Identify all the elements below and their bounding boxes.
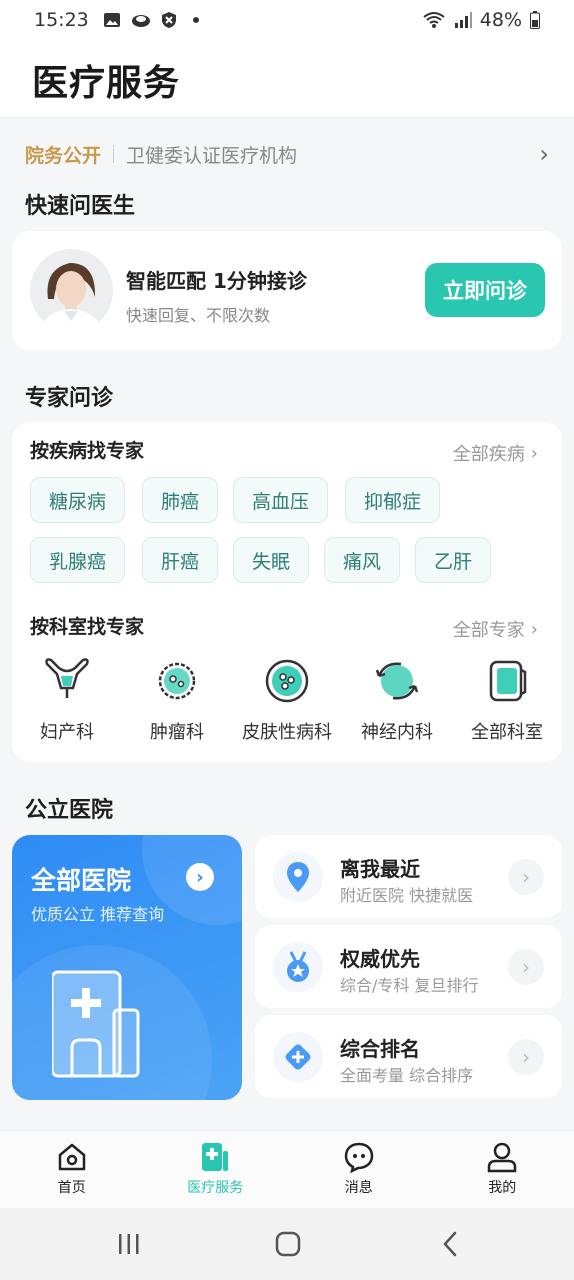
chevron-right-icon: › <box>508 1039 544 1075</box>
hospitals-title: 公立医院 <box>25 798 114 823</box>
bottom-nav: 首页 医疗服务 消息 我的 <box>0 1130 574 1208</box>
battery-percent: 48% <box>479 9 522 31</box>
dept-label: 妇产科 <box>40 722 94 743</box>
gallery-icon <box>103 13 120 27</box>
disease-chip[interactable]: 失眠 <box>233 537 310 583</box>
disease-chip[interactable]: 痛风 <box>324 537 401 583</box>
arrow-right-icon: › <box>186 863 214 891</box>
skin-icon <box>261 656 313 706</box>
all-depts-icon <box>481 656 533 706</box>
home-icon <box>58 1143 85 1171</box>
profile-icon <box>488 1142 517 1173</box>
hospital-ranking-item[interactable]: 综合排名 全面考量 综合排序 › <box>255 1015 562 1098</box>
hospital-item-title: 离我最近 <box>340 857 420 881</box>
expert-card: 按疾病找专家 全部疾病 › 糖尿病 肺癌 高血压 抑郁症 乳腺癌 肝癌 失眠 痛… <box>12 422 562 762</box>
nav-medical-service[interactable]: 医疗服务 <box>144 1131 288 1208</box>
consult-sub-text: 快速回复、不限次数 <box>126 306 271 325</box>
chevron-right-icon: › <box>508 949 544 985</box>
all-hospitals-sub: 优质公立 推荐查询 <box>31 905 165 924</box>
by-disease-title: 按疾病找专家 <box>30 440 145 462</box>
notice-tag: 院务公开 <box>25 144 102 167</box>
hospital-item-title: 综合排名 <box>340 1037 420 1061</box>
disease-chip[interactable]: 糖尿病 <box>30 477 126 523</box>
dept-label: 肿瘤科 <box>150 722 204 743</box>
hospital-item-title: 权威优先 <box>340 947 420 971</box>
doctor-avatar <box>30 249 113 332</box>
neuro-icon <box>371 656 423 706</box>
dept-label: 神经内科 <box>361 722 433 743</box>
recent-apps-icon[interactable] <box>117 1232 141 1256</box>
hospital-building-icon <box>52 970 140 1078</box>
nav-profile[interactable]: 我的 <box>431 1131 574 1208</box>
dept-label: 皮肤性病科 <box>242 722 332 743</box>
hospital-nearest-item[interactable]: 离我最近 附近医院 快捷就医 › <box>255 835 562 918</box>
message-icon <box>344 1142 374 1173</box>
diamond-plus-icon <box>273 1032 323 1082</box>
back-icon[interactable] <box>440 1230 460 1258</box>
location-pin-icon <box>273 852 323 902</box>
hospital-item-sub: 综合/专科 复旦排行 <box>340 976 479 995</box>
disease-chip[interactable]: 乙肝 <box>415 537 492 583</box>
disease-chip[interactable]: 抑郁症 <box>345 477 441 523</box>
cloud-icon <box>131 15 150 27</box>
nav-home[interactable]: 首页 <box>0 1131 144 1208</box>
hospital-item-sub: 全面考量 综合排序 <box>340 1066 474 1085</box>
quick-consult-card[interactable]: 智能匹配 1分钟接诊 快速回复、不限次数 立即问诊 <box>12 231 562 350</box>
status-time: 15:23 <box>34 9 89 31</box>
status-bar: 15:23 48% <box>0 0 574 40</box>
by-dept-title: 按科室找专家 <box>30 616 145 638</box>
notice-text: 卫健委认证医疗机构 <box>126 144 298 167</box>
dept-obstetrics[interactable]: 妇产科 <box>12 656 122 744</box>
dept-oncology[interactable]: 肿瘤科 <box>122 656 232 744</box>
medical-service-icon <box>202 1143 229 1171</box>
hospital-authority-item[interactable]: 权威优先 综合/专科 复旦排行 › <box>255 925 562 1008</box>
dept-all[interactable]: 全部科室 <box>452 656 562 744</box>
page-header: 医疗服务 <box>0 40 574 118</box>
all-diseases-link[interactable]: 全部疾病 › <box>453 440 538 466</box>
all-hospitals-card[interactable]: 全部医院 优质公立 推荐查询 › <box>12 835 242 1100</box>
medal-icon <box>273 942 323 992</box>
disease-chip[interactable]: 乳腺癌 <box>30 537 126 583</box>
home-button-icon[interactable] <box>275 1231 301 1257</box>
notice-bar[interactable]: 院务公开 卫健委认证医疗机构 › <box>0 119 574 189</box>
consult-main-text: 智能匹配 1分钟接诊 <box>126 269 307 293</box>
dept-label: 全部科室 <box>471 722 543 743</box>
signal-icon <box>454 12 472 28</box>
battery-icon <box>530 11 540 29</box>
disease-chip[interactable]: 肝癌 <box>142 537 219 583</box>
consult-now-button[interactable]: 立即问诊 <box>425 263 545 317</box>
chevron-right-icon: › <box>530 442 538 464</box>
experts-title: 专家问诊 <box>25 386 114 411</box>
dept-neurology[interactable]: 神经内科 <box>342 656 452 744</box>
hospital-item-sub: 附近医院 快捷就医 <box>340 886 474 905</box>
tumor-cell-icon <box>151 656 203 706</box>
dept-dermatology[interactable]: 皮肤性病科 <box>232 656 342 744</box>
chevron-right-icon: › <box>508 859 544 895</box>
notice-divider <box>113 145 115 163</box>
wifi-icon <box>423 12 445 28</box>
all-hospitals-title: 全部医院 <box>31 866 132 895</box>
disease-chip[interactable]: 肺癌 <box>142 477 219 523</box>
chevron-right-icon: › <box>530 618 538 640</box>
shield-icon <box>161 12 176 28</box>
notification-dot-icon <box>192 17 199 23</box>
page-title: 医疗服务 <box>32 63 181 104</box>
quick-consult-title: 快速问医生 <box>25 194 136 219</box>
uterus-icon <box>41 656 93 706</box>
chevron-right-icon: › <box>539 140 549 168</box>
all-experts-link[interactable]: 全部专家 › <box>453 616 538 642</box>
nav-messages[interactable]: 消息 <box>287 1131 431 1208</box>
disease-chip[interactable]: 高血压 <box>233 477 329 523</box>
system-nav-bar <box>0 1208 574 1280</box>
